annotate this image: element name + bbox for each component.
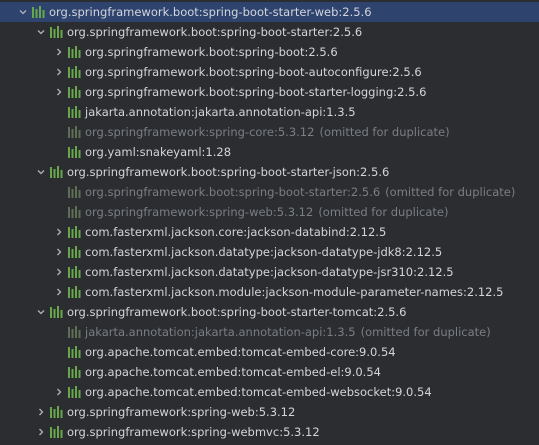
dependency-label: org.springframework:spring-webmvc:5.3.12: [67, 425, 320, 439]
omitted-duplicate-note: (omitted for duplicate): [318, 205, 449, 219]
tree-row-org-apache-tomcat-embed-tomcat-embed-websocket-9-0-54[interactable]: org.apache.tomcat.embed:tomcat-embed-web…: [0, 382, 539, 402]
maven-library-icon: [66, 322, 82, 342]
tree-row-com-fasterxml-jackson-core-jackson-databind-2-12-5[interactable]: com.fasterxml.jackson.core:jackson-datab…: [0, 222, 539, 242]
dependency-tree: org.springframework.boot:spring-boot-sta…: [0, 0, 539, 445]
tree-row-org-springframework-boot-spring-boot-autoconfigure-2-5-6[interactable]: org.springframework.boot:spring-boot-aut…: [0, 62, 539, 82]
tree-row-org-springframework-spring-web-5-3-12[interactable]: org.springframework:spring-web:5.3.12: [0, 402, 539, 422]
dependency-label: jakarta.annotation:jakarta.annotation-ap…: [85, 325, 356, 339]
tree-row-jakarta-annotation-jakarta-annotation-api-1-3-5[interactable]: jakarta.annotation:jakarta.annotation-ap…: [0, 102, 539, 122]
chevron-down-icon[interactable]: [34, 302, 48, 322]
maven-library-icon: [66, 142, 82, 162]
chevron-right-icon[interactable]: [52, 242, 66, 262]
dependency-label: org.springframework:spring-web:5.3.12: [67, 405, 296, 419]
dependency-label: org.springframework.boot:spring-boot-sta…: [85, 85, 427, 99]
maven-library-icon: [48, 422, 64, 442]
dependency-label: org.springframework.boot:spring-boot-sta…: [67, 25, 363, 39]
tree-row-org-springframework-spring-core-5-3-12-duplicate[interactable]: org.springframework:spring-core:5.3.12 (o…: [0, 122, 539, 142]
tree-row-org-apache-tomcat-embed-tomcat-embed-el-9-0-54[interactable]: org.apache.tomcat.embed:tomcat-embed-el:…: [0, 362, 539, 382]
chevron-right-icon[interactable]: [52, 382, 66, 402]
tree-row-org-springframework-boot-spring-boot-starter-2-5-6-duplicate[interactable]: org.springframework.boot:spring-boot-sta…: [0, 182, 539, 202]
tree-row-org-springframework-boot-spring-boot-2-5-6[interactable]: org.springframework.boot:spring-boot:2.5…: [0, 42, 539, 62]
dependency-label: org.springframework:spring-web:5.3.12: [85, 205, 314, 219]
dependency-label: jakarta.annotation:jakarta.annotation-ap…: [85, 105, 356, 119]
maven-library-icon: [66, 282, 82, 302]
tree-row-org-springframework-spring-webmvc-5-3-12[interactable]: org.springframework:spring-webmvc:5.3.12: [0, 422, 539, 442]
maven-library-icon: [66, 362, 82, 382]
dependency-label: org.springframework.boot:spring-boot-sta…: [67, 165, 390, 179]
maven-library-icon: [66, 202, 82, 222]
maven-library-icon: [66, 382, 82, 402]
maven-library-icon: [66, 62, 82, 82]
chevron-right-icon[interactable]: [52, 82, 66, 102]
tree-row-org-apache-tomcat-embed-tomcat-embed-core-9-0-54[interactable]: org.apache.tomcat.embed:tomcat-embed-cor…: [0, 342, 539, 362]
dependency-label: org.springframework.boot:spring-boot-sta…: [67, 305, 407, 319]
tree-row-jakarta-annotation-jakarta-annotation-api-1-3-5-duplicate[interactable]: jakarta.annotation:jakarta.annotation-ap…: [0, 322, 539, 342]
dependency-label: com.fasterxml.jackson.module:jackson-mod…: [85, 285, 504, 299]
maven-library-icon: [66, 182, 82, 202]
maven-library-icon: [30, 2, 46, 22]
maven-library-icon: [66, 222, 82, 242]
omitted-duplicate-note: (omitted for duplicate): [360, 325, 491, 339]
chevron-right-icon[interactable]: [52, 62, 66, 82]
dependency-label: org.springframework:spring-core:5.3.12: [85, 125, 315, 139]
chevron-right-icon[interactable]: [52, 262, 66, 282]
chevron-right-icon[interactable]: [52, 42, 66, 62]
maven-library-icon: [66, 42, 82, 62]
tree-row-org-springframework-boot-spring-boot-starter-tomcat-2-5-6[interactable]: org.springframework.boot:spring-boot-sta…: [0, 302, 539, 322]
maven-library-icon: [48, 402, 64, 422]
maven-library-icon: [66, 342, 82, 362]
dependency-label: org.apache.tomcat.embed:tomcat-embed-web…: [85, 385, 432, 399]
tree-row-org-springframework-spring-web-5-3-12-duplicate[interactable]: org.springframework:spring-web:5.3.12 (om…: [0, 202, 539, 222]
chevron-right-icon[interactable]: [52, 222, 66, 242]
maven-library-icon: [66, 262, 82, 282]
chevron-down-icon[interactable]: [16, 2, 30, 22]
dependency-label: org.apache.tomcat.embed:tomcat-embed-el:…: [85, 365, 381, 379]
tree-row-org-springframework-boot-spring-boot-starter-logging-2-5-6[interactable]: org.springframework.boot:spring-boot-sta…: [0, 82, 539, 102]
tree-row-com-fasterxml-jackson-datatype-jackson-datatype-jdk8-2-12-5[interactable]: com.fasterxml.jackson.datatype:jackson-d…: [0, 242, 539, 262]
chevron-right-icon[interactable]: [34, 402, 48, 422]
dependency-label: org.springframework.boot:spring-boot-sta…: [49, 5, 372, 19]
dependency-label: org.springframework.boot:spring-boot-aut…: [85, 65, 422, 79]
maven-library-icon: [66, 242, 82, 262]
omitted-duplicate-note: (omitted for duplicate): [385, 185, 516, 199]
dependency-label: org.yaml:snakeyaml:1.28: [85, 145, 232, 159]
maven-library-icon: [66, 102, 82, 122]
maven-library-icon: [48, 22, 64, 42]
dependency-label: org.springframework.boot:spring-boot:2.5…: [85, 45, 338, 59]
tree-row-org-springframework-boot-spring-boot-starter-web-2-5-6[interactable]: org.springframework.boot:spring-boot-sta…: [0, 2, 539, 22]
chevron-right-icon[interactable]: [34, 422, 48, 442]
dependency-label: org.apache.tomcat.embed:tomcat-embed-cor…: [85, 345, 396, 359]
tree-row-com-fasterxml-jackson-module-jackson-module-parameter-names-2-12-5[interactable]: com.fasterxml.jackson.module:jackson-mod…: [0, 282, 539, 302]
tree-row-org-springframework-boot-spring-boot-starter-json-2-5-6[interactable]: org.springframework.boot:spring-boot-sta…: [0, 162, 539, 182]
tree-row-org-springframework-boot-spring-boot-starter-2-5-6[interactable]: org.springframework.boot:spring-boot-sta…: [0, 22, 539, 42]
chevron-down-icon[interactable]: [34, 162, 48, 182]
maven-library-icon: [66, 82, 82, 102]
tree-row-org-yaml-snakeyaml-1-28[interactable]: org.yaml:snakeyaml:1.28: [0, 142, 539, 162]
chevron-down-icon[interactable]: [34, 22, 48, 42]
dependency-label: com.fasterxml.jackson.datatype:jackson-d…: [85, 245, 443, 259]
chevron-right-icon[interactable]: [52, 282, 66, 302]
dependency-label: com.fasterxml.jackson.core:jackson-datab…: [85, 225, 387, 239]
maven-library-icon: [48, 302, 64, 322]
maven-library-icon: [48, 162, 64, 182]
maven-library-icon: [66, 122, 82, 142]
dependency-label: org.springframework.boot:spring-boot-sta…: [85, 185, 381, 199]
tree-row-com-fasterxml-jackson-datatype-jackson-datatype-jsr310-2-12-5[interactable]: com.fasterxml.jackson.datatype:jackson-d…: [0, 262, 539, 282]
dependency-label: com.fasterxml.jackson.datatype:jackson-d…: [85, 265, 454, 279]
omitted-duplicate-note: (omitted for duplicate): [319, 125, 450, 139]
